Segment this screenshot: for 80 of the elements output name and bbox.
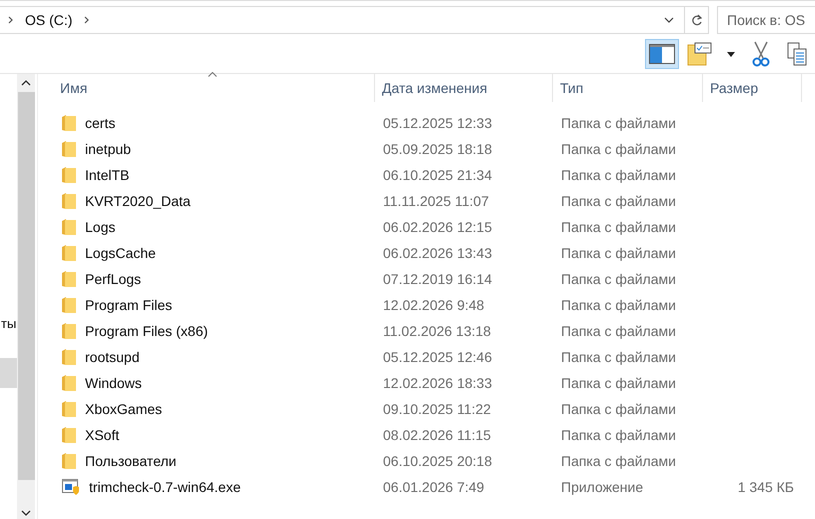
chevron-icon[interactable] bbox=[84, 16, 90, 24]
folder-icon bbox=[62, 167, 76, 183]
date-cell-text: 06.02.2026 13:43 bbox=[382, 245, 493, 261]
folder-icon bbox=[62, 401, 76, 417]
address-bar[interactable]: OS (C:) bbox=[0, 6, 709, 34]
file-name[interactable]: inetpub bbox=[85, 141, 131, 157]
folder-icon bbox=[62, 219, 76, 235]
application-icon bbox=[62, 478, 80, 496]
file-name[interactable]: Program Files bbox=[85, 297, 172, 313]
folder-icon bbox=[62, 375, 76, 391]
size-cell: 1 345 КБ bbox=[738, 479, 794, 495]
file-name[interactable]: Пользователи bbox=[85, 453, 176, 469]
file-name[interactable]: KVRT2020_Data bbox=[85, 193, 191, 209]
type-cell-text: Папка с файлами bbox=[560, 245, 677, 261]
type-cell-text: Папка с файлами bbox=[560, 115, 677, 131]
dropdown-icon[interactable] bbox=[664, 17, 674, 23]
column-header[interactable]: Размер bbox=[703, 74, 802, 102]
file-name[interactable]: PerfLogs bbox=[85, 271, 142, 287]
date-cell-text: 07.12.2019 16:14 bbox=[382, 271, 493, 287]
file-name[interactable]: XSoft bbox=[85, 427, 120, 443]
date-cell-text: 06.10.2025 20:18 bbox=[382, 453, 493, 469]
date-cell-text: 11.11.2025 11:07 bbox=[382, 193, 490, 209]
file-name[interactable]: LogsCache bbox=[85, 245, 156, 261]
date-cell-text: 06.10.2025 21:34 bbox=[382, 167, 493, 183]
type-cell-text: Папка с файлами bbox=[560, 193, 677, 209]
scroll-down-icon[interactable] bbox=[21, 510, 31, 516]
type-cell-text: Папка с файлами bbox=[560, 297, 677, 313]
folder-icon bbox=[62, 323, 76, 339]
chevron-icon[interactable] bbox=[8, 16, 13, 24]
date-cell-text: 12.02.2026 18:33 bbox=[382, 375, 493, 391]
folder-icon bbox=[62, 297, 76, 313]
type-cell-text: Папка с файлами bbox=[560, 401, 677, 417]
type-cell-text: Папка с файлами bbox=[560, 453, 677, 469]
file-name[interactable]: Logs bbox=[85, 219, 116, 235]
scrollbar[interactable] bbox=[17, 74, 35, 519]
type-cell-text: Папка с файлами bbox=[560, 271, 677, 287]
column-header[interactable]: Имя bbox=[38, 74, 375, 102]
column-header[interactable]: Тип bbox=[553, 74, 703, 102]
column-header[interactable]: Дата изменения bbox=[375, 74, 553, 102]
file-name[interactable]: rootsupd bbox=[85, 349, 140, 365]
scroll-up-icon[interactable] bbox=[21, 80, 31, 86]
file-name[interactable]: certs bbox=[85, 115, 116, 131]
date-cell-text: 11.02.2026 13:18 bbox=[382, 323, 492, 339]
breadcrumb[interactable]: OS (C:) bbox=[25, 12, 72, 28]
preview-pane-button[interactable] bbox=[645, 39, 679, 69]
date-cell-text: 09.10.2025 11:22 bbox=[382, 401, 492, 417]
sort-caret-icon bbox=[208, 72, 217, 77]
date-cell-text: 08.02.2026 11:15 bbox=[382, 427, 492, 443]
type-cell-text: Папка с файлами bbox=[560, 323, 677, 339]
folder-icon bbox=[62, 271, 76, 287]
file-name[interactable]: Windows bbox=[85, 375, 142, 391]
type-cell-text: Папка с файлами bbox=[560, 427, 677, 443]
date-cell-text: 06.01.2026 7:49 bbox=[382, 479, 486, 495]
folder-icon bbox=[62, 349, 76, 365]
folder-icon bbox=[62, 141, 76, 157]
folder-icon bbox=[62, 427, 76, 443]
folder-icon bbox=[62, 193, 76, 209]
type-cell-text: Папка с файлами bbox=[560, 167, 677, 183]
folder-icon bbox=[62, 115, 76, 131]
date-cell-text: 06.02.2026 12:15 bbox=[382, 219, 493, 235]
file-name[interactable]: IntelTB bbox=[85, 167, 130, 183]
folder-icon bbox=[62, 245, 76, 261]
date-cell-text: 05.12.2025 12:46 bbox=[382, 349, 493, 365]
type-cell-text: Папка с файлами bbox=[560, 375, 677, 391]
type-cell-text: Приложение bbox=[560, 479, 644, 495]
file-name[interactable]: XboxGames bbox=[85, 401, 162, 417]
date-cell-text: 05.12.2025 12:33 bbox=[382, 115, 493, 131]
dropdown-icon[interactable] bbox=[727, 52, 735, 56]
date-cell-text: 12.02.2026 9:48 bbox=[382, 297, 486, 313]
file-name[interactable]: Program Files (x86) bbox=[85, 323, 208, 339]
type-cell-text: Папка с файлами bbox=[560, 141, 677, 157]
file-name[interactable]: trimcheck-0.7-win64.exe bbox=[89, 479, 241, 495]
scroll-thumb[interactable] bbox=[18, 92, 34, 480]
date-cell-text: 05.09.2025 18:18 bbox=[382, 141, 493, 157]
type-cell-text: Папка с файлами bbox=[560, 349, 677, 365]
search-field[interactable]: Поиск в: OS bbox=[717, 6, 815, 34]
refresh-icon bbox=[690, 14, 702, 26]
folder-icon bbox=[62, 453, 76, 469]
nav-item[interactable]: ты bbox=[0, 316, 17, 338]
type-cell-text: Папка с файлами bbox=[560, 219, 677, 235]
